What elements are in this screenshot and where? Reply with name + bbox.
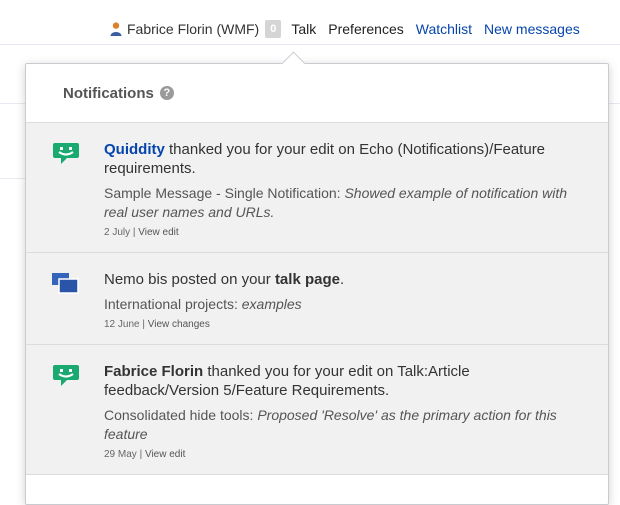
watchlist-link[interactable]: Watchlist xyxy=(416,21,472,37)
thanks-icon xyxy=(53,365,79,386)
user-name-link[interactable]: Fabrice Florin (WMF) xyxy=(127,21,259,37)
thanks-icon xyxy=(53,143,79,164)
notification-body: Consolidated hide tools: Proposed 'Resol… xyxy=(104,406,588,444)
talk-link[interactable]: Talk xyxy=(291,21,316,37)
view-edit-link[interactable]: View edit xyxy=(145,449,185,460)
notification-date: 2 July xyxy=(104,227,131,238)
help-icon[interactable]: ? xyxy=(159,86,174,100)
agent-link[interactable]: Quiddity xyxy=(104,141,165,158)
notification-body-prefix: Sample Message - Single Notification: xyxy=(104,185,345,201)
notification-meta: 29 May | View edit xyxy=(104,449,588,460)
view-changes-link[interactable]: View changes xyxy=(148,319,210,330)
notification-title-end: . xyxy=(339,271,345,288)
agent-name[interactable]: Fabrice Florin xyxy=(104,363,203,380)
notification-body: International projects: examples xyxy=(104,295,588,314)
notification-count-badge[interactable]: 0 xyxy=(265,20,282,38)
notification-body-prefix: Consolidated hide tools: xyxy=(104,407,258,423)
notification-date: 12 June xyxy=(104,319,140,330)
notifications-flyout: Notifications ? Quiddity thanked you for… xyxy=(25,51,609,505)
notification-title: Quiddity thanked you for your edit on Ec… xyxy=(104,140,588,178)
background-divider xyxy=(0,44,620,45)
notification-title-text: posted on your xyxy=(167,271,275,288)
view-edit-link[interactable]: View edit xyxy=(138,227,178,238)
notification-meta: 12 June | View changes xyxy=(104,319,588,330)
preferences-link[interactable]: Preferences xyxy=(328,21,403,37)
notification-body: Sample Message - Single Notification: Sh… xyxy=(104,184,588,222)
meta-separator: | xyxy=(139,319,148,330)
notification-item[interactable]: Nemo bis posted on your talk page. Inter… xyxy=(26,253,608,345)
flyout-header: Notifications ? xyxy=(26,64,608,123)
notification-item[interactable]: Fabrice Florin thanked you for your edit… xyxy=(26,345,608,475)
background-divider xyxy=(0,178,25,179)
meta-separator: | xyxy=(136,449,145,460)
notification-meta: 2 July | View edit xyxy=(104,227,588,238)
new-messages-link[interactable]: New messages xyxy=(484,21,580,37)
notification-body-summary: examples xyxy=(241,296,302,312)
notification-body-prefix: International projects: xyxy=(104,296,242,312)
user-icon xyxy=(110,22,122,36)
notification-title: Nemo bis posted on your talk page. xyxy=(104,270,588,289)
notification-item[interactable]: Quiddity thanked you for your edit on Ec… xyxy=(26,123,608,253)
talk-page-icon xyxy=(52,273,79,294)
talk-page-link[interactable]: talk page xyxy=(275,271,340,288)
flyout-title: Notifications xyxy=(63,84,154,102)
agent-name[interactable]: Nemo bis xyxy=(104,271,167,288)
notification-title: Fabrice Florin thanked you for your edit… xyxy=(104,362,588,400)
notification-title-text: thanked you for your edit on Echo (Notif… xyxy=(104,141,546,177)
personal-toolbar: Fabrice Florin (WMF) 0 Talk Preferences … xyxy=(110,16,620,42)
notification-date: 29 May xyxy=(104,449,137,460)
